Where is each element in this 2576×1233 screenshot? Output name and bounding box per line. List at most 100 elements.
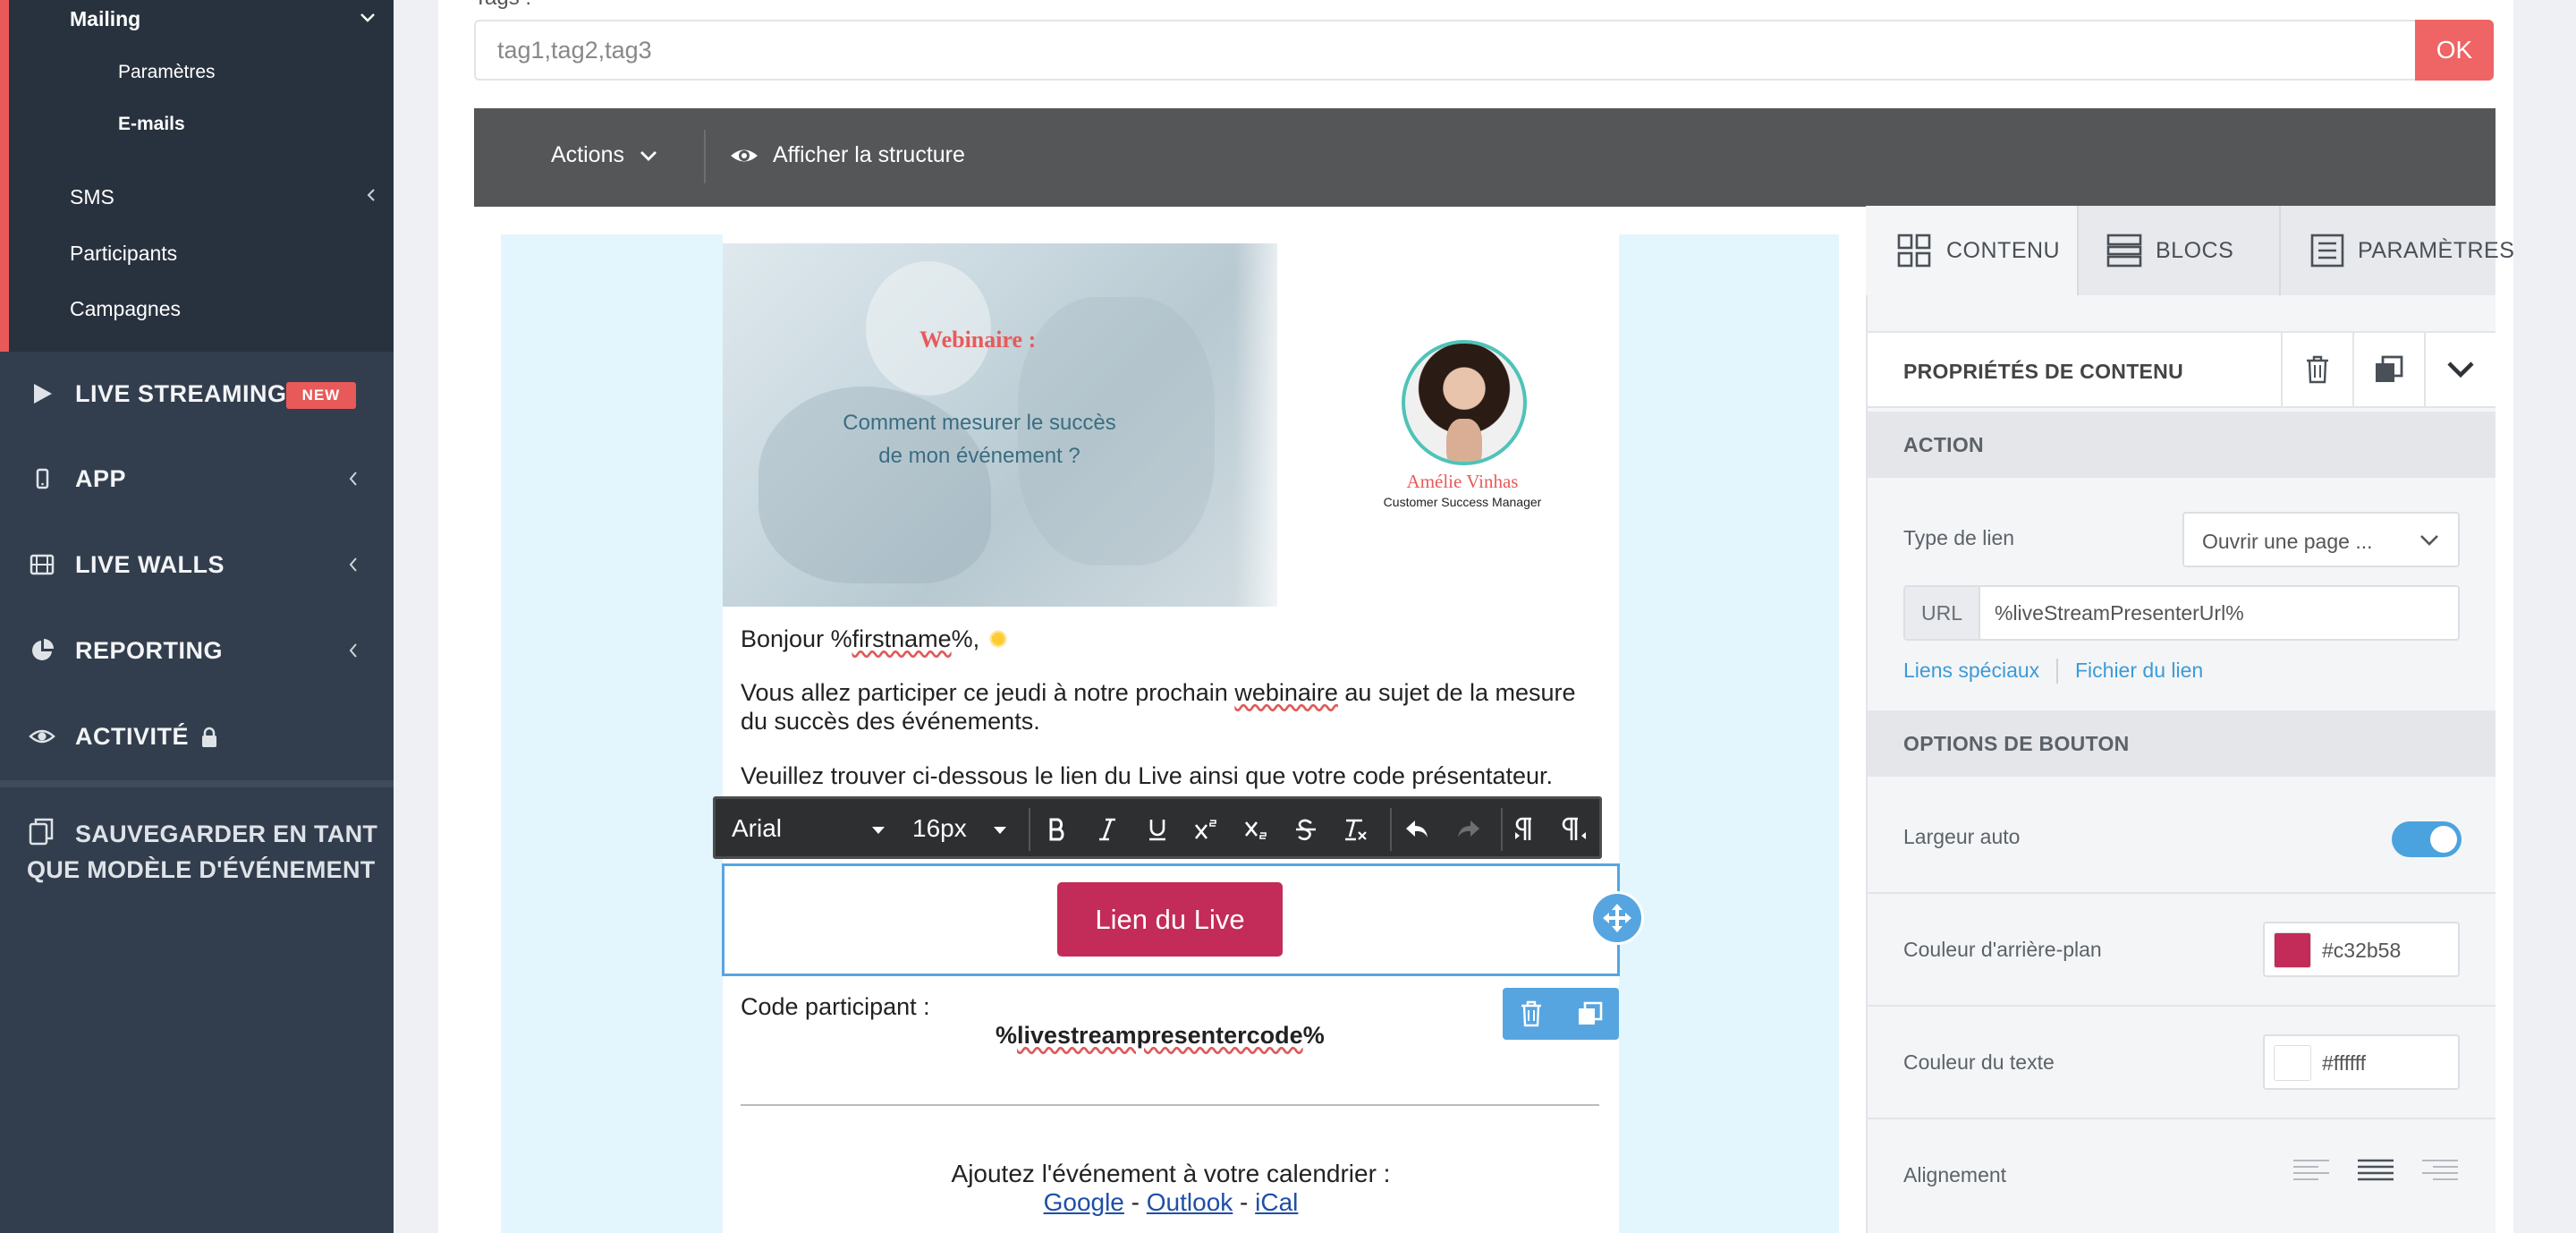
sidebar-item-activite[interactable]: ACTIVITÉ (0, 694, 394, 780)
email-greeting[interactable]: Bonjour %firstname%, (741, 625, 1599, 653)
tab-blocs[interactable]: BLOCS (2079, 206, 2233, 295)
sidebar-submenu (0, 0, 394, 352)
sidebar-item-label: ACTIVITÉ (75, 723, 190, 750)
paragraph-rtl-icon (1562, 817, 1586, 840)
sidebar-item-emails[interactable]: E-mails (118, 114, 185, 135)
align-center-icon[interactable] (2356, 1158, 2395, 1183)
auto-width-toggle[interactable] (2392, 821, 2462, 857)
superscript-button[interactable] (1188, 812, 1224, 847)
eye-icon[interactable] (729, 144, 759, 167)
link-type-label: Type de lien (1903, 526, 2015, 549)
save-as-template-button[interactable]: SAUVEGARDER EN TANT QUE MODÈLE D'ÉVÉNEME… (27, 816, 385, 888)
chevron-down-icon (2447, 361, 2474, 378)
mobile-icon (36, 468, 49, 489)
sidebar-item-sms[interactable]: SMS (70, 185, 114, 209)
participant-code-label[interactable]: Code participant : (741, 993, 930, 1021)
move-handle[interactable] (1590, 891, 1644, 945)
duplicate-block-button[interactable] (1562, 988, 1619, 1040)
calendar-links: Google - Outlook - iCal (723, 1188, 1619, 1217)
ical-link[interactable]: iCal (1255, 1188, 1298, 1216)
chevron-down-icon[interactable] (639, 149, 658, 162)
undo-button[interactable] (1399, 812, 1435, 847)
trash-icon (1521, 1000, 1541, 1027)
tab-contenu[interactable]: CONTENU (1866, 206, 2077, 295)
tags-input[interactable] (474, 20, 2417, 81)
caret-down-icon[interactable] (993, 826, 1007, 835)
align-left-icon[interactable] (2292, 1158, 2331, 1183)
bold-button[interactable] (1039, 812, 1075, 847)
email-paragraph-1[interactable]: Vous allez participer ce jeudi à notre p… (741, 678, 1599, 736)
trash-icon (2307, 355, 2328, 384)
code-text: % (996, 1022, 1018, 1049)
text-color-swatch[interactable] (2274, 1045, 2311, 1081)
email-paragraph-2[interactable]: Veuillez trouver ci-dessous le lien du L… (741, 761, 1599, 790)
live-link-button[interactable]: Lien du Live (1057, 882, 1283, 957)
link-separator: - (1233, 1188, 1256, 1216)
link-type-value: Ouvrir une page ... (2202, 530, 2373, 553)
redo-button[interactable] (1451, 812, 1487, 847)
bg-color-swatch[interactable] (2274, 932, 2311, 968)
superscript-icon (1194, 820, 1216, 839)
paragraph-word: webinaire (1234, 679, 1338, 706)
duplicate-content-button[interactable] (2352, 333, 2424, 406)
google-calendar-link[interactable]: Google (1044, 1188, 1124, 1216)
greeting-text: Bonjour % (741, 625, 852, 652)
sidebar-item-app[interactable]: APP (0, 437, 394, 523)
toggle-knob (2430, 826, 2457, 853)
sidebar-item-reporting[interactable]: REPORTING (0, 608, 394, 694)
chevron-left-icon[interactable] (367, 188, 376, 202)
ltr-button[interactable] (1508, 812, 1544, 847)
collapse-content-button[interactable] (2424, 333, 2496, 406)
bg-color-label: Couleur d'arrière-plan (1903, 938, 2102, 961)
new-badge: NEW (286, 382, 356, 409)
caret-down-icon[interactable] (871, 826, 886, 835)
toolbar-divider (704, 130, 706, 183)
sidebar-item-label: LIVE STREAMING (75, 380, 287, 407)
chevron-left-icon (349, 472, 357, 486)
tab-label: BLOCS (2156, 238, 2234, 263)
calendar-title[interactable]: Ajoutez l'événement à votre calendrier : (723, 1160, 1619, 1188)
actions-menu-button[interactable]: Actions (551, 142, 624, 168)
tags-ok-button[interactable]: OK (2415, 20, 2494, 81)
subscript-button[interactable] (1238, 812, 1274, 847)
rich-text-toolbar: Arial 16px (713, 796, 1602, 859)
section-title: OPTIONS DE BOUTON (1903, 732, 2130, 755)
sidebar-item-parametres[interactable]: Paramètres (118, 62, 216, 83)
paragraph-text: Vous allez participer ce jeudi à notre p… (741, 679, 1235, 706)
bg-color-field[interactable]: #c32b58 (2263, 922, 2460, 977)
strikethrough-button[interactable] (1288, 812, 1324, 847)
sidebar-item-campagnes[interactable]: Campagnes (70, 297, 181, 321)
sidebar-active-indicator (0, 0, 9, 352)
sidebar-item-participants[interactable]: Participants (70, 242, 177, 266)
delete-block-button[interactable] (1503, 988, 1560, 1040)
italic-button[interactable] (1089, 812, 1125, 847)
content-properties-title: PROPRIÉTÉS DE CONTENU (1903, 360, 2184, 383)
url-input[interactable] (1995, 598, 2442, 628)
align-right-icon[interactable] (2420, 1158, 2460, 1183)
sidebar-item-label: APP (75, 465, 127, 492)
font-size-select[interactable]: 16px (912, 814, 967, 843)
chevron-down-icon[interactable] (360, 13, 376, 23)
button-options-section-header: OPTIONS DE BOUTON (1868, 710, 2496, 777)
link-type-select[interactable]: Ouvrir une page ... (2182, 512, 2460, 567)
tab-parametres[interactable]: PARAMÈTRES (2281, 206, 2514, 295)
sun-emoji-icon (988, 629, 1009, 649)
font-family-select[interactable]: Arial (732, 814, 782, 843)
delete-content-button[interactable] (2281, 333, 2352, 406)
greeting-text: %, (951, 625, 980, 652)
sidebar-item-mailing[interactable]: Mailing (70, 7, 140, 31)
clear-format-icon (1345, 819, 1367, 841)
paragraph-ltr-icon (1515, 817, 1531, 840)
file-link-link[interactable]: Fichier du lien (2075, 659, 2203, 683)
show-structure-button[interactable]: Afficher la structure (773, 142, 965, 168)
clear-format-button[interactable] (1338, 812, 1374, 847)
rtl-button[interactable] (1556, 812, 1592, 847)
underline-button[interactable] (1140, 812, 1175, 847)
blocks-icon (2106, 234, 2142, 268)
sidebar-item-live-walls[interactable]: LIVE WALLS (0, 523, 394, 608)
participant-code-value[interactable]: %livestreampresentercode% (996, 1022, 1325, 1050)
hero-image-fade (1234, 243, 1297, 607)
special-links-link[interactable]: Liens spéciaux (1903, 659, 2039, 683)
outlook-calendar-link[interactable]: Outlook (1147, 1188, 1233, 1216)
text-color-field[interactable]: #ffffff (2263, 1034, 2460, 1090)
